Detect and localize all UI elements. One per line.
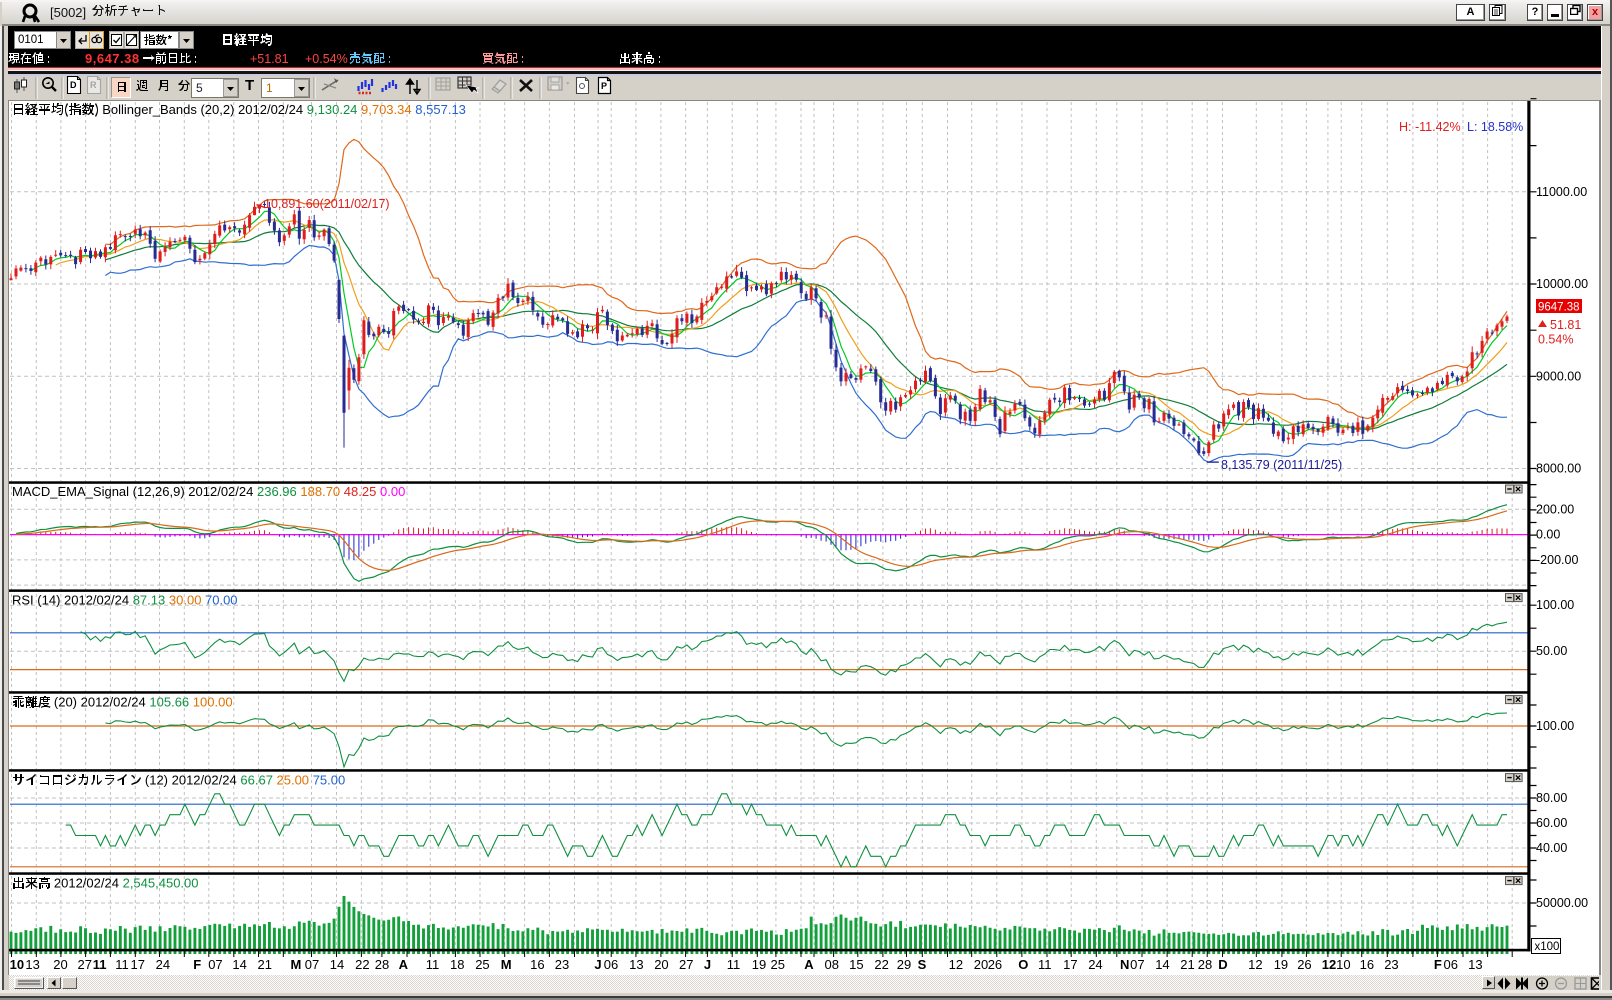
svg-text:188.70: 188.70: [300, 484, 340, 499]
svg-text:0.00: 0.00: [380, 484, 405, 499]
svg-text:(12) 2012/02/24: (12) 2012/02/24: [145, 773, 237, 788]
svg-text:L: 18.58%: L: 18.58%: [1467, 120, 1523, 134]
svg-text:2,545,450.00: 2,545,450.00: [123, 876, 199, 891]
svg-text:70.00: 70.00: [205, 593, 238, 608]
svg-text:(20) 2012/02/24: (20) 2012/02/24: [54, 695, 146, 710]
svg-text:25.00: 25.00: [277, 773, 310, 788]
svg-text:Bollinger_Bands (20,2) 2012/02: Bollinger_Bands (20,2) 2012/02/24: [102, 102, 303, 117]
svg-text:8,557.13: 8,557.13: [415, 102, 466, 117]
svg-text:2012/02/24: 2012/02/24: [54, 876, 119, 891]
svg-text:9,130.24: 9,130.24: [307, 102, 358, 117]
svg-text:9,703.34: 9,703.34: [361, 102, 412, 117]
svg-text:MACD_EMA_Signal (12,26,9) 2012: MACD_EMA_Signal (12,26,9) 2012/02/24: [12, 484, 253, 499]
svg-text:RSI (14) 2012/02/24: RSI (14) 2012/02/24: [12, 593, 129, 608]
svg-text:105.66: 105.66: [149, 695, 189, 710]
svg-text:66.67: 66.67: [240, 773, 273, 788]
svg-text:H: -11.42%: H: -11.42%: [1399, 120, 1461, 134]
svg-text:100.00: 100.00: [193, 695, 233, 710]
svg-text:236.96: 236.96: [257, 484, 297, 499]
svg-text:10,891.60(2011/02/17): 10,891.60(2011/02/17): [264, 197, 390, 211]
svg-text:8,135.79 (2011/11/25): 8,135.79 (2011/11/25): [1221, 458, 1342, 472]
svg-text:87.13: 87.13: [133, 593, 166, 608]
svg-text:30.00: 30.00: [169, 593, 202, 608]
svg-text:48.25: 48.25: [344, 484, 377, 499]
svg-text:75.00: 75.00: [313, 773, 346, 788]
